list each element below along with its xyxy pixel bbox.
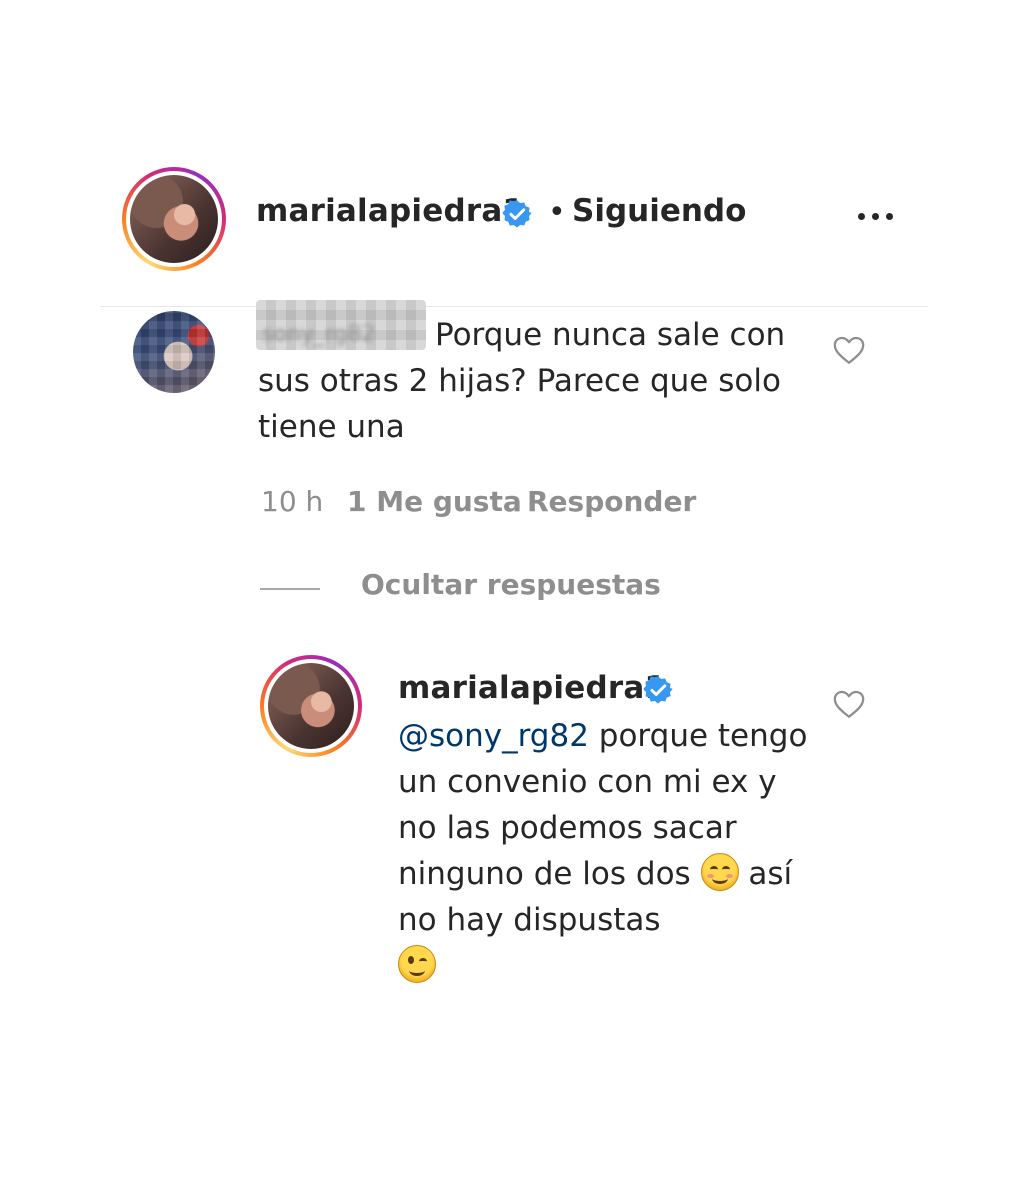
reply-button[interactable]: Responder [527,485,696,518]
reply-author-avatar[interactable] [260,655,362,757]
like-reply-heart-icon[interactable] [832,687,866,721]
reply-author-username[interactable]: marialapiedra1 [398,670,666,706]
comment-timestamp: 10 h [261,485,324,518]
more-options-button[interactable] [858,196,898,236]
mention-link[interactable]: @sony_rg82 [398,718,589,754]
comment-text: Porque nunca sale con sus otras 2 hijas?… [258,317,786,445]
reply-text: @sony_rg82 porque tengo un convenio con … [398,713,818,989]
avatar-photo [268,663,354,749]
hide-replies-button[interactable]: Ocultar respuestas [361,568,661,601]
post-author-username[interactable]: marialapiedra1 [256,193,524,229]
more-dot [858,213,865,220]
commenter-avatar[interactable] [133,311,215,393]
verified-badge-icon [502,200,532,228]
like-comment-heart-icon[interactable] [832,333,866,367]
verified-badge-icon [643,676,673,704]
separator-dot: • [548,195,566,230]
more-dot [872,213,879,220]
smiling-face-emoji-icon [700,853,739,891]
following-button[interactable]: Siguiendo [572,193,746,229]
header-divider [100,306,928,307]
avatar-photo [130,175,218,263]
more-dot [886,213,893,220]
replies-line [260,588,320,590]
comment-likes-count[interactable]: 1 Me gusta [347,485,522,518]
author-avatar[interactable] [122,167,226,271]
winking-face-emoji-icon [398,945,436,983]
